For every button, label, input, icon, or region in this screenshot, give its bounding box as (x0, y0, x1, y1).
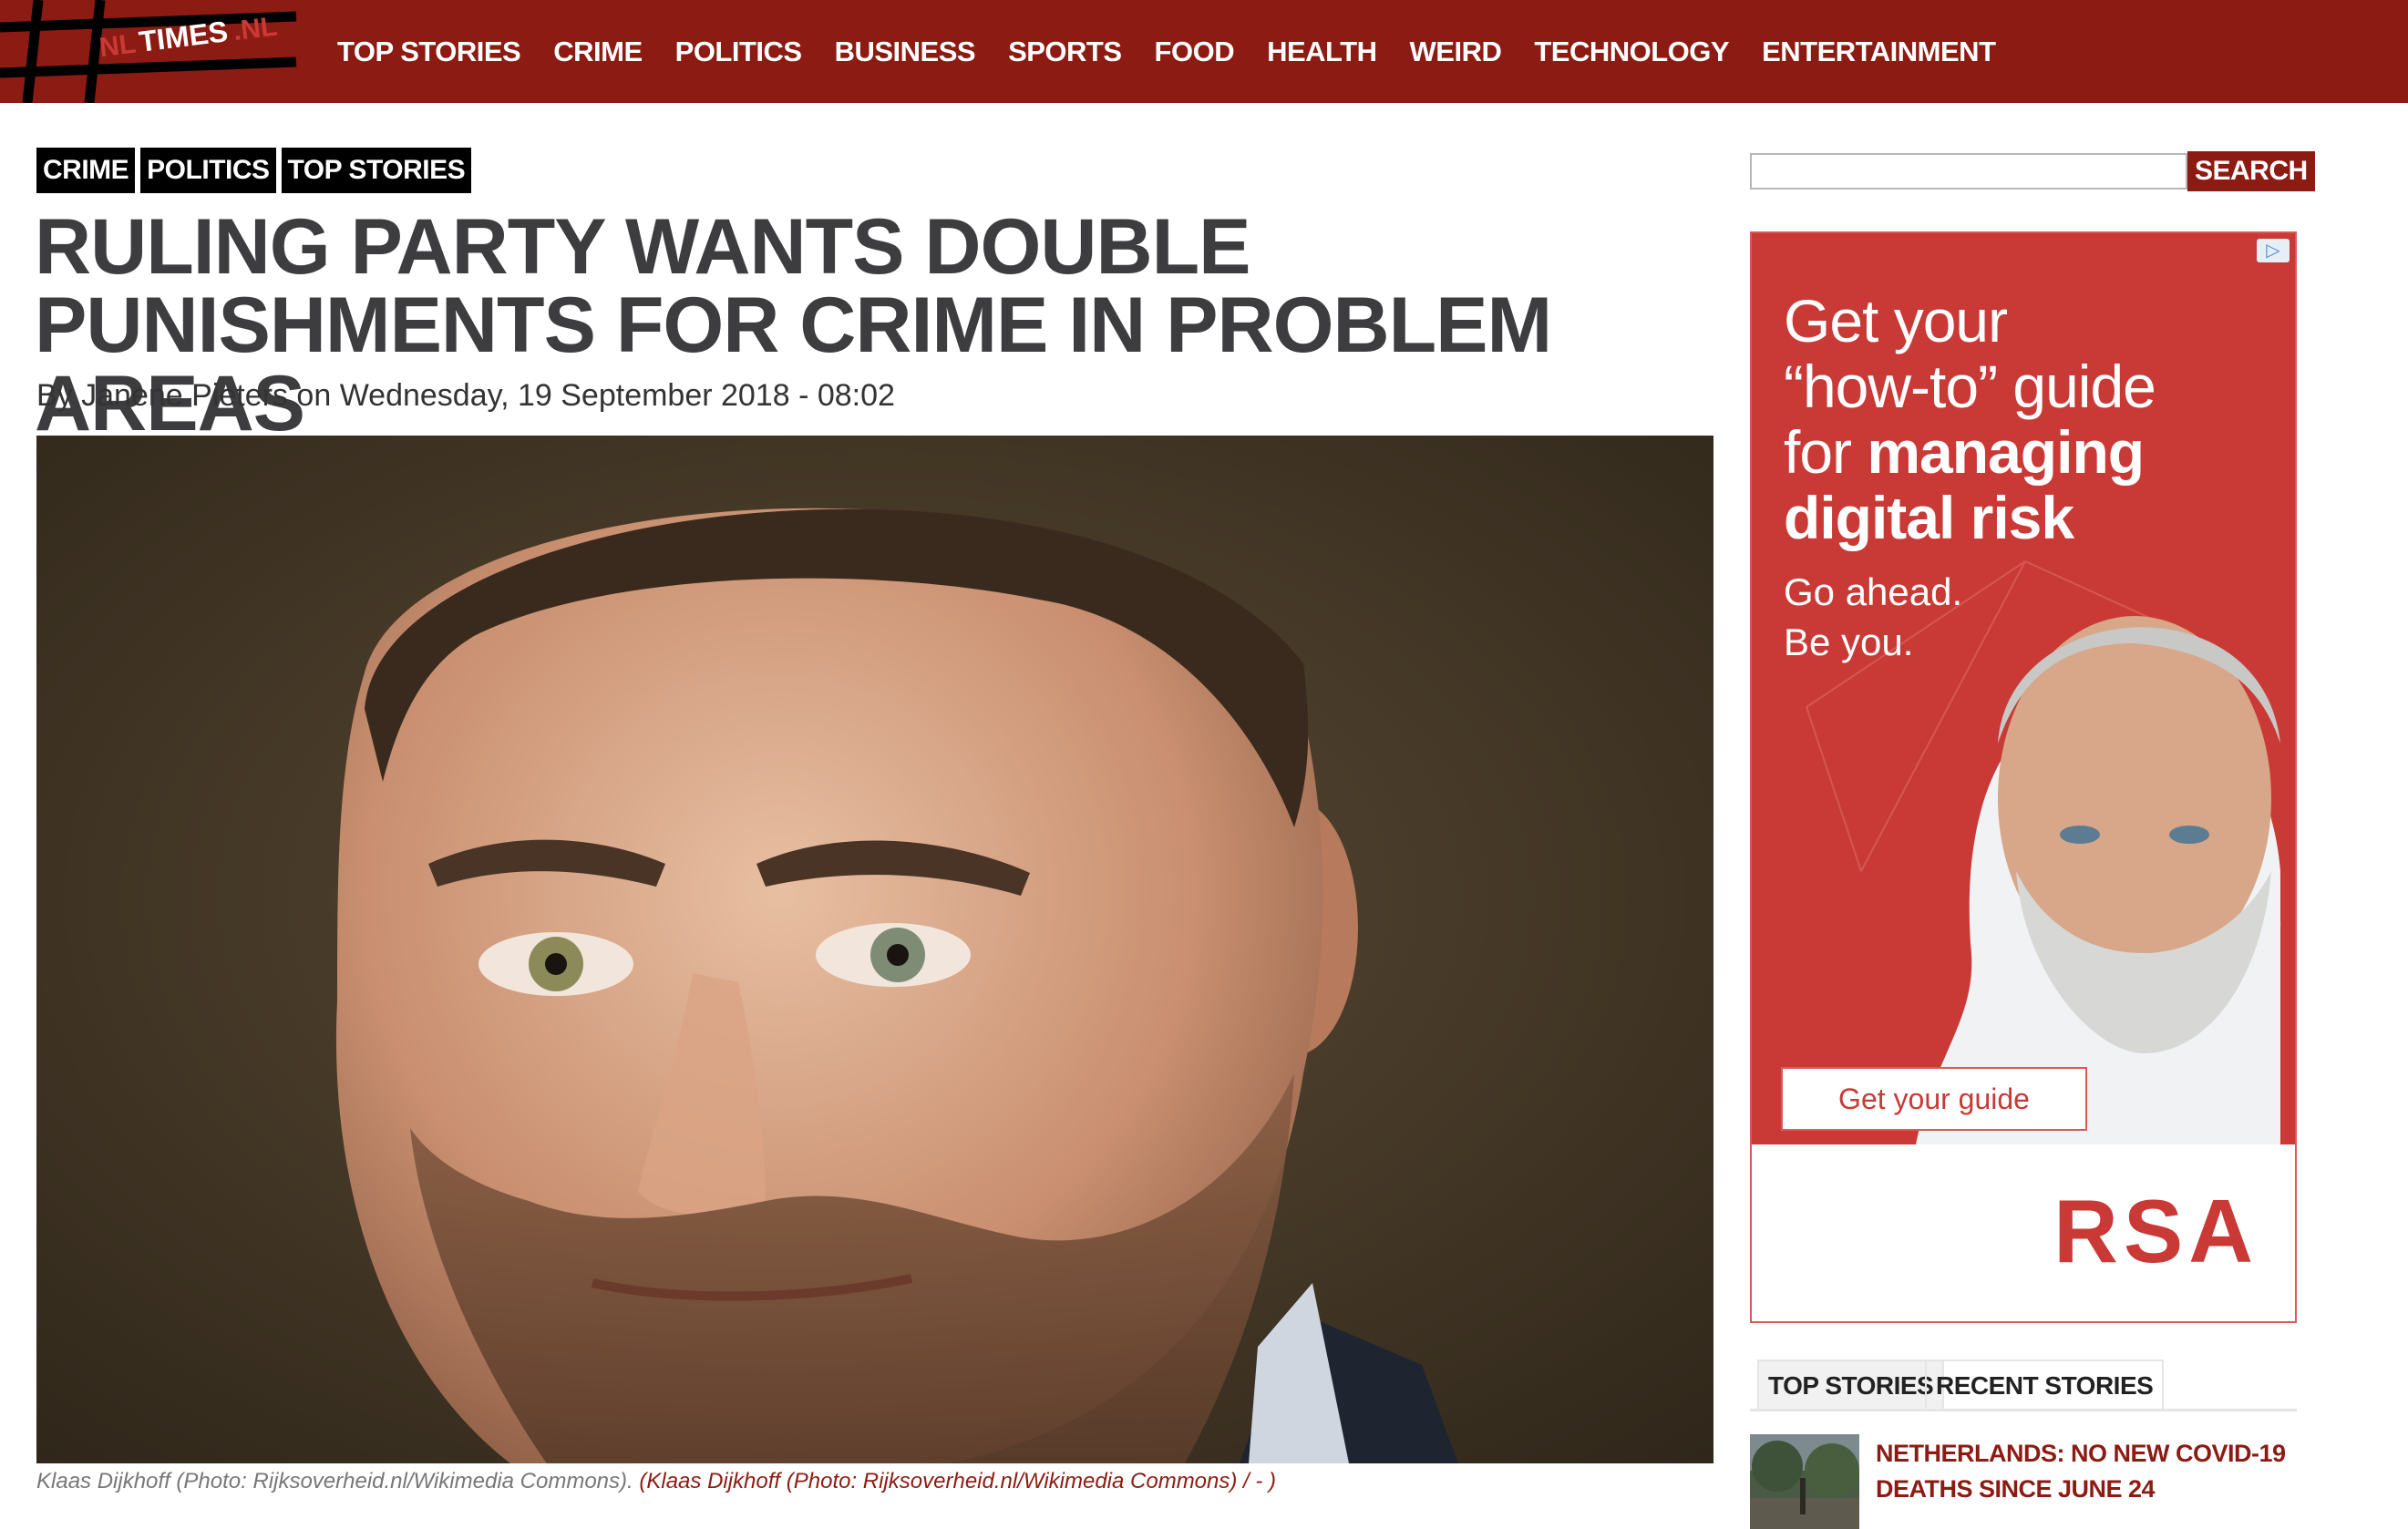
ad-line-3-bold: managing (1867, 418, 2145, 486)
byline-date: Wednesday, 19 September 2018 - 08:02 (339, 378, 895, 413)
article-tags: CRIME POLITICS TOP STORIES (36, 148, 477, 193)
nav-item-food[interactable]: FOOD (1155, 36, 1235, 68)
nav-item-entertainment[interactable]: ENTERTAINMENT (1762, 36, 1996, 68)
tag-top-stories[interactable]: TOP STORIES (281, 148, 472, 193)
ad-line-3: for managing (1784, 419, 2156, 485)
adchoices-icon[interactable]: ▷ (2257, 239, 2290, 262)
story-thumbnail[interactable] (1750, 1434, 1859, 1529)
ad-line-4: digital risk (1784, 484, 2074, 551)
advertisement-banner[interactable]: Get your “how-to” guide for managing dig… (1750, 231, 2297, 1323)
top-navigation-bar: NL TIMES .NL TOP STORIES CRIME POLITICS … (0, 0, 2408, 104)
portrait-photo (36, 436, 1713, 1463)
story-thumbnail-image (1750, 1434, 1859, 1529)
nav-item-sports[interactable]: SPORTS (1008, 36, 1122, 68)
search-input[interactable] (1750, 153, 2187, 190)
ad-brand-logo: RSA (2053, 1181, 2259, 1281)
ad-sub-1: Go ahead. (1784, 570, 1963, 613)
logo-prefix: NL (98, 29, 138, 64)
site-logo[interactable]: NL TIMES .NL (0, 0, 301, 104)
sidebar-story-tabs: TOP STORIES RECENT STORIES (1750, 1360, 2297, 1411)
ad-line-3-light: for (1784, 418, 1852, 486)
nav-item-business[interactable]: BUSINESS (835, 36, 976, 68)
article-hero-image (36, 436, 1713, 1463)
nav-item-politics[interactable]: POLITICS (675, 36, 802, 68)
main-nav: TOP STORIES CRIME POLITICS BUSINESS SPOR… (337, 0, 2029, 103)
caption-credit-link[interactable]: Klaas Dijkhoff (Photo: Rijksoverheid.nl/… (646, 1469, 1276, 1493)
byline-on: on (296, 378, 332, 413)
logo-suffix: .NL (232, 11, 279, 46)
nav-item-weird[interactable]: WEIRD (1410, 36, 1502, 68)
logo-hash-graphic: NL TIMES .NL (0, 0, 297, 104)
ad-sub-2: Be you. (1784, 621, 1914, 663)
story-title[interactable]: NETHERLANDS: NO NEW COVID-19 DEATHS SINC… (1876, 1436, 2295, 1507)
byline-prefix: By (36, 378, 73, 413)
tag-crime[interactable]: CRIME (36, 148, 136, 193)
search-button[interactable]: SEARCH (2187, 151, 2315, 191)
ad-cta-button[interactable]: Get your guide (1781, 1067, 2087, 1131)
ad-line-2: “how-to” guide (1784, 353, 2156, 420)
tab-top-stories[interactable]: TOP STORIES (1757, 1360, 1945, 1409)
photo-caption: Klaas Dijkhoff (Photo: Rijksoverheid.nl/… (36, 1469, 1276, 1494)
article-byline: By Janene Pieters on Wednesday, 19 Septe… (36, 378, 895, 414)
search-form: SEARCH (1750, 151, 2315, 191)
nav-item-health[interactable]: HEALTH (1267, 36, 1377, 68)
list-item[interactable]: NETHERLANDS: NO NEW COVID-19 DEATHS SINC… (1750, 1434, 2297, 1529)
nav-item-technology[interactable]: TECHNOLOGY (1534, 36, 1729, 68)
ad-line-1: Get your (1784, 287, 2008, 354)
nav-item-crime[interactable]: CRIME (553, 36, 643, 68)
caption-text: Klaas Dijkhoff (Photo: Rijksoverheid.nl/… (36, 1469, 633, 1493)
byline-author[interactable]: Janene Pieters (81, 378, 288, 413)
tab-recent-stories[interactable]: RECENT STORIES (1925, 1360, 2165, 1409)
nav-item-top-stories[interactable]: TOP STORIES (337, 36, 521, 68)
ad-copy: Get your “how-to” guide for managing dig… (1784, 288, 2156, 667)
tag-politics[interactable]: POLITICS (140, 148, 276, 193)
